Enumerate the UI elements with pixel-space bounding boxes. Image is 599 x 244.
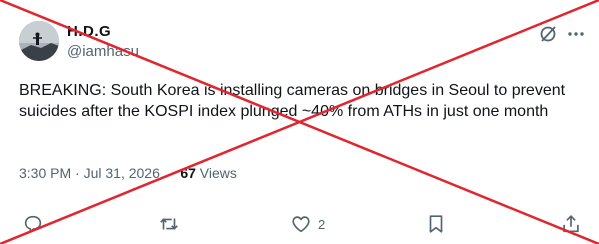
tweet-meta: 3:30 PM · Jul 31, 2026 · 67 Views <box>19 165 237 181</box>
tweet-card[interactable]: H.D.G @iamhasu BREAKING: South Korea is … <box>0 0 599 244</box>
reply-bubble-icon <box>24 215 42 233</box>
bookmark-icon <box>429 215 443 233</box>
bookmark-button[interactable] <box>425 211 453 237</box>
retweet-button[interactable] <box>158 211 186 237</box>
reply-button[interactable] <box>22 211 50 237</box>
grok-slash-icon[interactable] <box>537 23 559 45</box>
action-bar: 2 <box>0 211 599 237</box>
meta-separator: · <box>167 165 173 181</box>
tweet-text: BREAKING: South Korea is installing came… <box>19 82 566 120</box>
share-icon <box>563 215 579 233</box>
heart-icon <box>292 216 310 233</box>
retweet-icon <box>160 218 178 230</box>
tweet-timestamp[interactable]: 3:30 PM · Jul 31, 2026 <box>19 165 160 181</box>
like-count: 2 <box>318 216 326 232</box>
share-button[interactable] <box>560 211 582 237</box>
like-button[interactable]: 2 <box>290 211 325 237</box>
views-count: 67 <box>180 165 196 181</box>
avatar-image <box>19 21 59 61</box>
more-horizontal-icon[interactable] <box>565 23 587 45</box>
views-label: Views <box>199 165 237 181</box>
author-name[interactable]: H.D.G <box>67 23 111 40</box>
author-handle[interactable]: @iamhasu <box>67 43 139 60</box>
avatar[interactable] <box>19 21 59 61</box>
